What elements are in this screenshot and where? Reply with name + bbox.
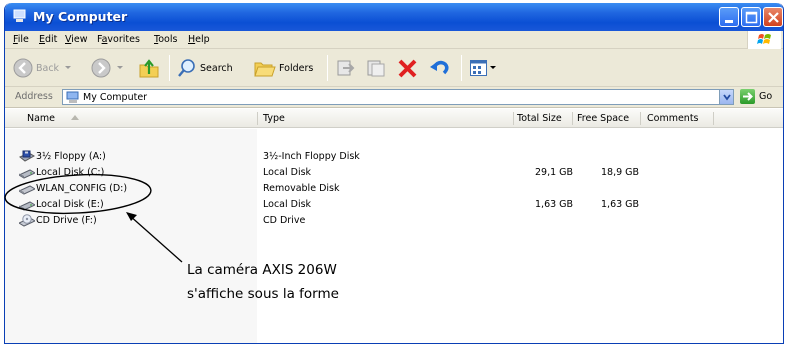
- column-header-free-space[interactable]: Free Space: [577, 113, 629, 124]
- copy-to-button[interactable]: [365, 58, 387, 78]
- column-header-name[interactable]: Name: [27, 113, 80, 124]
- go-arrow-icon: [740, 89, 755, 104]
- title-bar[interactable]: My Computer: [5, 3, 783, 31]
- my-computer-icon: [66, 91, 79, 103]
- file-type: 3½-Inch Floppy Disk: [263, 151, 360, 162]
- file-type: Local Disk: [263, 199, 312, 210]
- folders-icon: [254, 62, 276, 77]
- table-row[interactable]: CD Drive (F:) CD Drive: [5, 213, 783, 229]
- column-header-type[interactable]: Type: [263, 113, 285, 124]
- file-type: CD Drive: [263, 215, 306, 226]
- close-button[interactable]: [763, 7, 783, 27]
- toolbar: Back Search Folders: [5, 49, 783, 87]
- search-button[interactable]: Search: [177, 58, 233, 78]
- column-divider: [257, 112, 258, 125]
- hard-disk-icon: [19, 201, 35, 211]
- address-dropdown-button[interactable]: [719, 90, 733, 104]
- file-free-space: 18,9 GB: [601, 167, 640, 178]
- file-name: Local Disk (C:): [36, 167, 105, 178]
- menu-help[interactable]: Help: [188, 34, 210, 45]
- maximize-button[interactable]: [741, 7, 761, 27]
- dropdown-arrow-icon: [65, 66, 72, 69]
- go-button[interactable]: Go: [740, 89, 772, 104]
- forward-button[interactable]: [91, 58, 125, 78]
- menu-view[interactable]: View: [65, 34, 88, 45]
- address-bar: Address My Computer Go: [5, 87, 783, 108]
- menu-edit[interactable]: Edit: [39, 34, 57, 45]
- back-button[interactable]: Back: [13, 58, 73, 78]
- maximize-icon: [745, 11, 758, 24]
- address-label: Address: [15, 91, 53, 102]
- chevron-down-icon: [723, 94, 731, 101]
- undo-icon: [430, 60, 449, 75]
- file-total-size: 29,1 GB: [535, 167, 574, 178]
- folders-button[interactable]: Folders: [254, 58, 313, 78]
- file-free-space: 1,63 GB: [601, 199, 640, 210]
- removable-disk-icon: [19, 185, 35, 195]
- table-row[interactable]: Local Disk (E:) Local Disk 1,63 GB 1,63 …: [5, 197, 783, 213]
- hard-disk-icon: [19, 169, 35, 179]
- views-icon: [470, 60, 487, 76]
- column-header-total-size[interactable]: Total Size: [517, 113, 562, 124]
- close-icon: [768, 12, 779, 23]
- file-type: Local Disk: [263, 167, 312, 178]
- column-divider: [640, 112, 641, 125]
- file-total-size: 1,63 GB: [535, 199, 574, 210]
- cd-drive-icon: [19, 214, 35, 227]
- window-title: My Computer: [33, 9, 128, 24]
- column-divider: [713, 112, 714, 125]
- table-row[interactable]: WLAN_CONFIG (D:) Removable Disk: [5, 181, 783, 197]
- toolbar-separator: [327, 55, 328, 81]
- file-list: Name Type Total Size Free Space Comments…: [5, 109, 783, 343]
- file-type: Removable Disk: [263, 183, 340, 194]
- file-name: CD Drive (F:): [36, 215, 97, 226]
- menu-favorites[interactable]: Favorites: [97, 34, 140, 45]
- annotation-line-1: La caméra AXIS 206W: [187, 262, 337, 278]
- explorer-window: My Computer File Edit View Favorites Too…: [4, 3, 784, 344]
- column-divider: [572, 112, 573, 125]
- delete-x-icon: [398, 59, 417, 78]
- back-arrow-icon: [13, 58, 33, 78]
- column-header-comments[interactable]: Comments: [647, 113, 699, 124]
- move-to-icon: [337, 60, 355, 76]
- minimize-button[interactable]: [719, 7, 739, 27]
- file-name: Local Disk (E:): [36, 199, 104, 210]
- annotation-line-2: s'affiche sous la forme: [187, 286, 339, 302]
- forward-arrow-icon: [91, 58, 111, 78]
- dropdown-arrow-icon: [490, 66, 496, 69]
- menu-tools[interactable]: Tools: [154, 34, 177, 45]
- dropdown-arrow-icon: [117, 66, 123, 69]
- undo-button[interactable]: [429, 58, 451, 78]
- file-name: 3½ Floppy (A:): [36, 151, 106, 162]
- toolbar-separator: [169, 55, 170, 81]
- sort-ascending-icon: [71, 115, 80, 120]
- menu-file[interactable]: File: [13, 34, 29, 45]
- delete-button[interactable]: [397, 58, 419, 78]
- up-folder-button[interactable]: [138, 57, 160, 79]
- address-input[interactable]: My Computer: [62, 89, 734, 105]
- my-computer-icon: [13, 9, 26, 22]
- table-row[interactable]: Local Disk (C:) Local Disk 29,1 GB 18,9 …: [5, 165, 783, 181]
- menu-bar: File Edit View Favorites Tools Help: [5, 31, 783, 49]
- up-folder-icon: [139, 59, 159, 78]
- minimize-icon: [725, 20, 733, 23]
- windows-logo-icon: [747, 31, 781, 49]
- views-button[interactable]: [469, 58, 497, 78]
- column-divider: [513, 112, 514, 125]
- file-name: WLAN_CONFIG (D:): [36, 183, 128, 194]
- column-headers: Name Type Total Size Free Space Comments: [5, 109, 783, 128]
- copy-to-icon: [367, 60, 385, 77]
- toolbar-separator: [461, 55, 462, 81]
- table-row[interactable]: 3½ Floppy (A:) 3½-Inch Floppy Disk: [5, 149, 783, 165]
- move-to-button[interactable]: [335, 58, 357, 78]
- address-value: My Computer: [83, 92, 148, 103]
- floppy-drive-icon: [19, 150, 35, 162]
- search-icon: [178, 59, 195, 77]
